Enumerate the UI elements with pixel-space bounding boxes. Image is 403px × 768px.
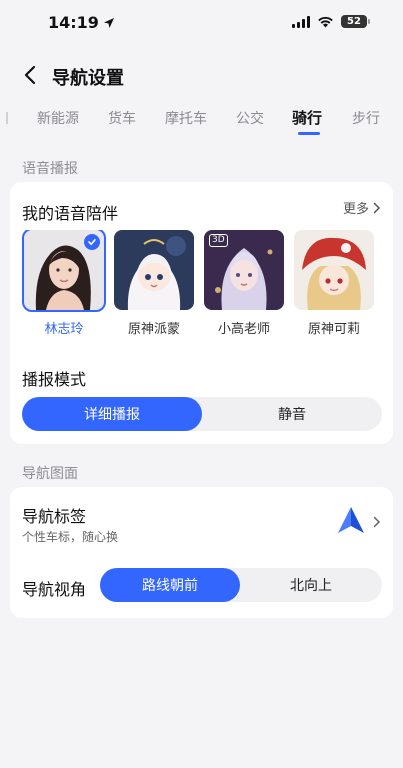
- status-bar: 14:19 52: [0, 0, 403, 50]
- status-indicators: 52: [292, 15, 370, 28]
- avatar: [294, 230, 374, 310]
- more-label: 更多: [342, 202, 369, 217]
- active-tab-indicator: [298, 132, 320, 135]
- back-arrow-icon[interactable]: [20, 64, 42, 86]
- header: 导航设置: [0, 56, 403, 96]
- navigation-arrow-icon: [338, 507, 364, 533]
- voice-name: 原神可莉: [307, 322, 360, 337]
- voice-card: 我的语音陪伴 更多 林志玲 原神派蒙 3D 小高老师 原神可莉 播报模式 详细播…: [10, 182, 393, 444]
- cellular-signal-icon: [292, 15, 310, 28]
- tab-walking[interactable]: 步行: [352, 108, 380, 128]
- status-time: 14:19: [48, 13, 115, 32]
- tab-cycling[interactable]: 骑行: [292, 107, 322, 128]
- voice-section-label: 语音播报: [22, 161, 78, 177]
- voice-name: 林志玲: [44, 322, 84, 337]
- companion-title: 我的语音陪伴: [22, 204, 119, 223]
- avatar: [114, 230, 194, 310]
- nav-view-title: 导航视角: [22, 580, 87, 599]
- voice-name: 小高老师: [217, 322, 270, 337]
- avatar: 3D: [204, 230, 284, 310]
- tab-truck[interactable]: 货车: [108, 108, 136, 128]
- view-north-up-button[interactable]: 北向上: [240, 568, 382, 602]
- voice-item-klee[interactable]: 原神可莉: [294, 230, 374, 337]
- tab-bus[interactable]: 公交: [236, 108, 264, 128]
- voice-avatar-list: 林志玲 原神派蒙 3D 小高老师 原神可莉: [22, 230, 382, 340]
- klee-character-image: [294, 230, 374, 310]
- battery-indicator: 52: [341, 15, 370, 28]
- chevron-right-icon: [373, 202, 381, 213]
- mode-mute-button[interactable]: 静音: [202, 397, 382, 431]
- nav-tag-row[interactable]: 导航标签 个性车标，随心换: [10, 487, 393, 553]
- battery-level: 52: [347, 16, 361, 27]
- nav-tag-title: 导航标签: [22, 507, 87, 526]
- page-title: 导航设置: [52, 68, 124, 89]
- selected-check-icon: [84, 234, 100, 250]
- vehicle-tabs: 新能源 货车 摩托车 公交 骑行 步行: [0, 102, 403, 138]
- tab-motorcycle[interactable]: 摩托车: [165, 108, 207, 128]
- voice-item-lin-zhiling[interactable]: 林志玲: [22, 230, 106, 337]
- view-route-forward-button[interactable]: 路线朝前: [100, 568, 240, 602]
- status-time-text: 14:19: [48, 13, 99, 32]
- broadcast-mode-selector: 详细播报 静音: [22, 397, 382, 431]
- wifi-icon: [318, 16, 333, 27]
- tab-scroll-edge: [6, 112, 8, 124]
- mode-detailed-button[interactable]: 详细播报: [22, 397, 202, 431]
- nav-tag-subtitle: 个性车标，随心换: [22, 530, 119, 544]
- nav-section-label: 导航图面: [22, 466, 78, 482]
- nav-card: 导航标签 个性车标，随心换 导航视角 路线朝前 北向上: [10, 487, 393, 618]
- location-arrow-icon: [103, 17, 114, 28]
- more-voices-link[interactable]: 更多: [343, 198, 381, 217]
- voice-name: 原神派蒙: [127, 322, 180, 337]
- badge-3d: 3D: [209, 234, 228, 247]
- nav-view-selector: 路线朝前 北向上: [100, 568, 382, 602]
- voice-item-xiaogao[interactable]: 3D 小高老师: [204, 230, 284, 337]
- paimon-character-image: [114, 230, 194, 310]
- tab-new-energy[interactable]: 新能源: [37, 108, 79, 128]
- chevron-right-icon: [373, 516, 381, 528]
- voice-item-paimon[interactable]: 原神派蒙: [114, 230, 194, 337]
- broadcast-mode-title: 播报模式: [22, 370, 87, 389]
- avatar: [22, 230, 106, 312]
